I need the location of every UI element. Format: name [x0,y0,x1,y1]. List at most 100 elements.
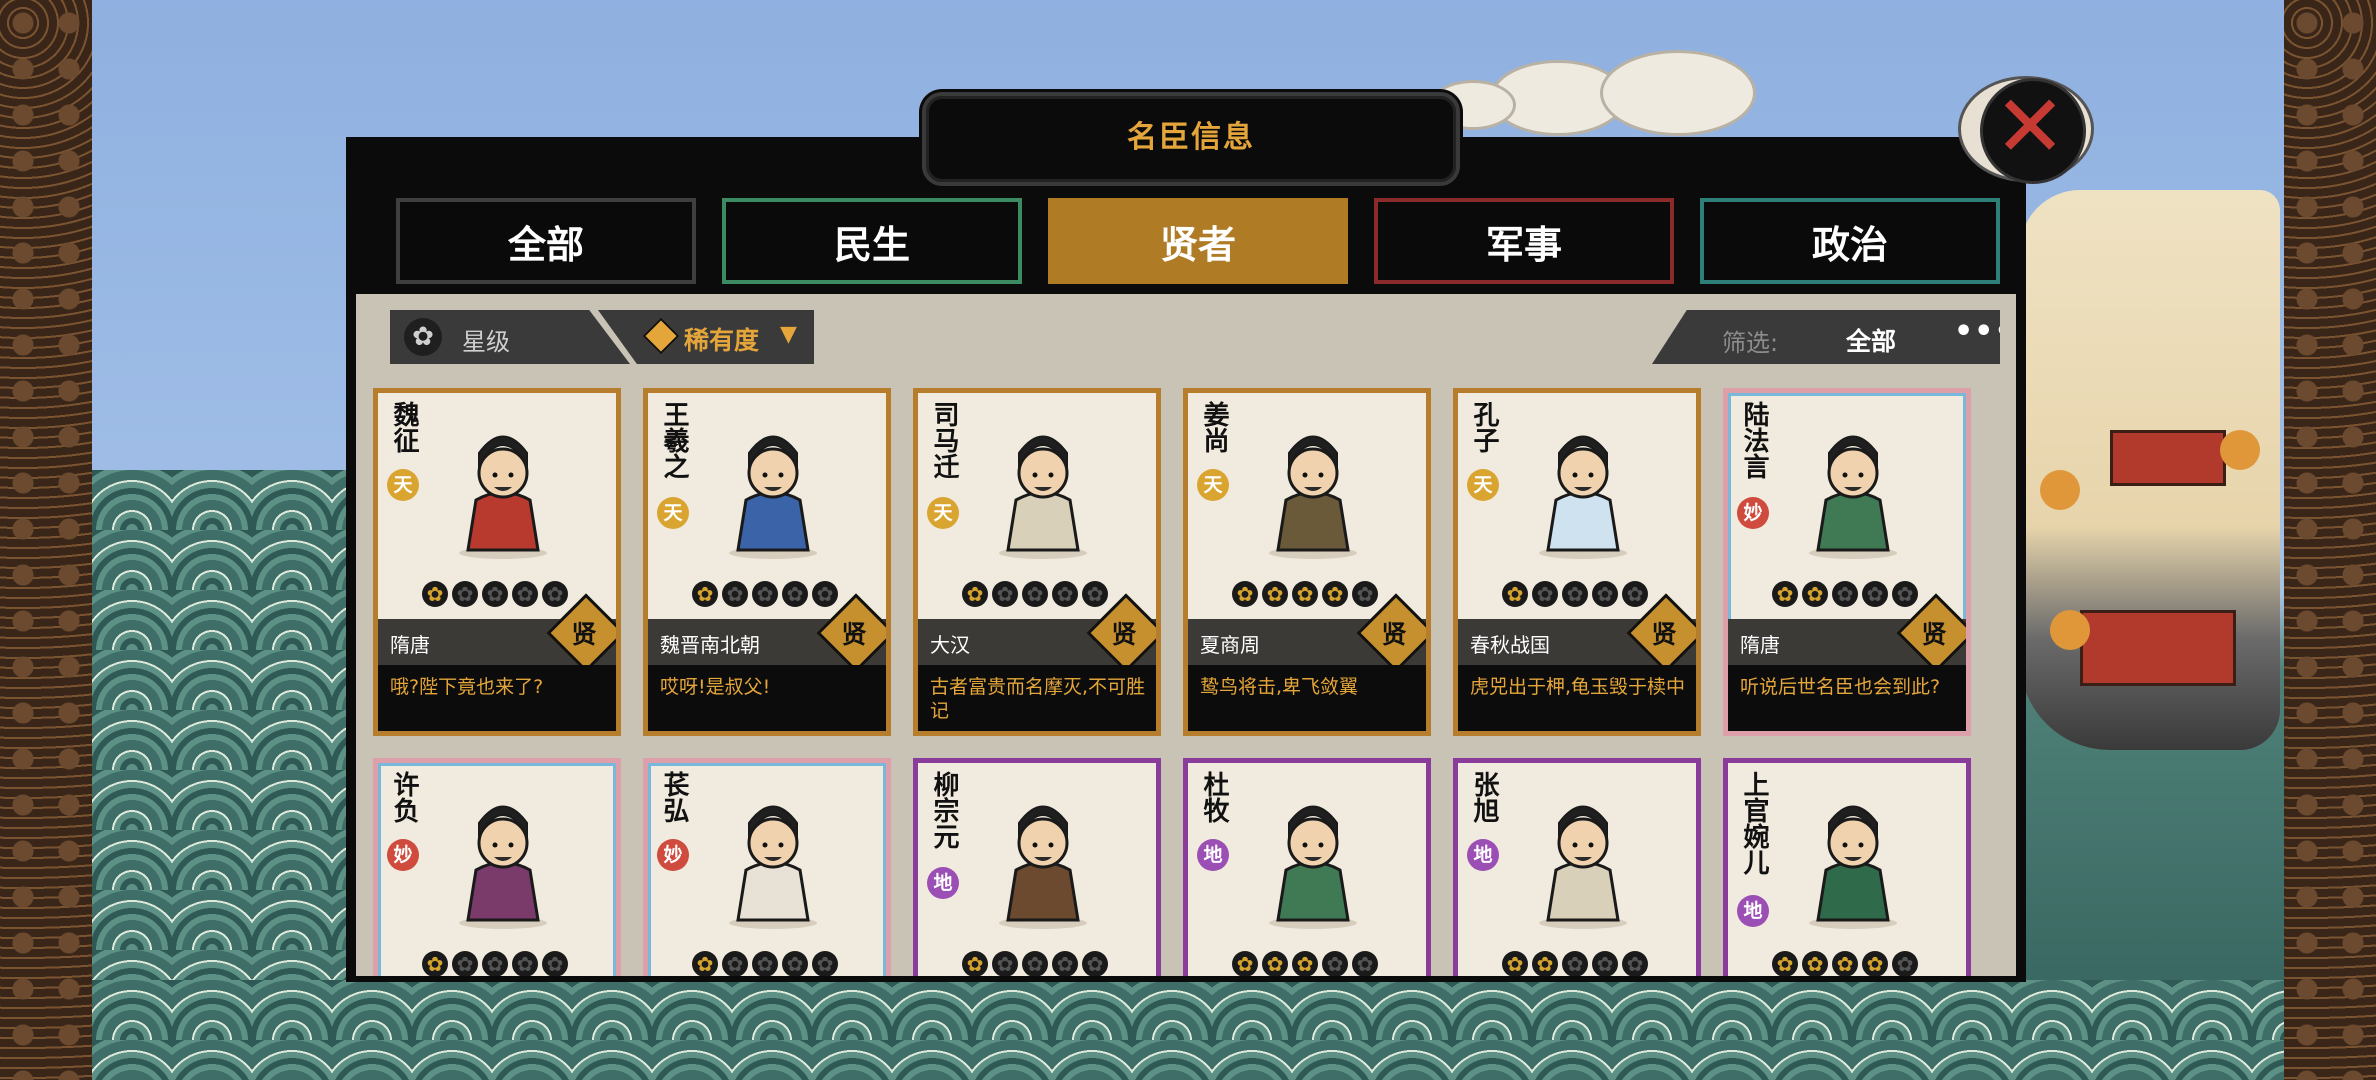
category-badge-label: 贤 [1111,620,1137,649]
flower-icon: ✿ [404,318,442,356]
category-badge-label: 贤 [841,620,867,649]
star-rating: ✿ ✿ ✿ ✿ ✿ [1502,951,1662,976]
minister-card[interactable]: 姜尚天 ✿ ✿ ✿ ✿ ✿ 夏商周贤鸷鸟将击,卑飞敛翼 [1183,388,1431,736]
autumn-tree [2040,470,2080,510]
category-badge-label: 贤 [1921,620,1947,649]
star-icon: ✿ [1832,951,1858,976]
minister-name: 杜牧 [1199,771,1229,823]
sort-by-star-button[interactable]: ✿ 星级 [390,310,630,364]
minister-name: 上官婉儿 [1739,771,1769,875]
minister-portrait [459,805,547,929]
autumn-tree [2220,430,2260,470]
star-icon: ✿ [1862,581,1888,607]
tab-military[interactable]: 军事 [1374,198,1674,284]
star-icon: ✿ [752,951,778,976]
category-badge-label: 贤 [1381,620,1407,649]
card-list-area[interactable]: 魏征天 ✿ ✿ ✿ ✿ ✿ 隋唐贤哦?陛下竟也来了? 王羲之天 ✿ ✿ ✿ ✿ ✿ 魏晋南北朝贤哎呀!是叔… [356,294,2016,976]
star-rating: ✿ ✿ ✿ ✿ ✿ [422,581,582,609]
rarity-tier-badge: 地 [1197,839,1229,871]
tab-politics[interactable]: 政治 [1700,198,2000,284]
star-icon: ✿ [452,581,478,607]
tab-livelihood[interactable]: 民生 [722,198,1022,284]
rarity-tier-badge: 地 [1737,895,1769,927]
star-icon: ✿ [1772,951,1798,976]
category-badge-label: 贤 [571,620,597,649]
dynasty-label: 隋唐 [390,633,430,657]
star-icon: ✿ [1802,951,1828,976]
star-rating: ✿ ✿ ✿ ✿ ✿ [1502,581,1662,609]
star-icon: ✿ [962,581,988,607]
star-rating: ✿ ✿ ✿ ✿ ✿ [692,951,852,976]
minister-portrait [1269,435,1357,559]
minister-name: 陆法言 [1739,401,1769,479]
minister-name: 柳宗元 [929,771,959,849]
star-icon: ✿ [542,951,568,976]
star-icon: ✿ [812,951,838,976]
minister-card[interactable]: 上官婉儿地 ✿ ✿ ✿ ✿ ✿ [1723,758,1971,976]
minister-name: 许负 [389,771,419,823]
sort-rarity-label: 稀有度 [684,326,760,355]
rarity-tier-badge: 妙 [1737,497,1769,529]
star-icon: ✿ [722,581,748,607]
minister-card[interactable]: 许负妙 ✿ ✿ ✿ ✿ ✿ [373,758,621,976]
star-icon: ✿ [1052,951,1078,976]
star-icon: ✿ [722,951,748,976]
star-icon: ✿ [1292,951,1318,976]
star-icon: ✿ [452,951,478,976]
star-icon: ✿ [1532,581,1558,607]
dynasty-label: 春秋战国 [1470,633,1550,657]
star-icon: ✿ [692,951,718,976]
category-badge-label: 贤 [1651,620,1677,649]
minister-card[interactable]: 司马迁天 ✿ ✿ ✿ ✿ ✿ 大汉贤古者富贵而名摩灭,不可胜记 [913,388,1161,736]
minister-card[interactable]: 柳宗元地 ✿ ✿ ✿ ✿ ✿ [913,758,1161,976]
minister-portrait [1269,805,1357,929]
palace-building [2080,610,2236,686]
star-icon: ✿ [512,951,538,976]
minister-name: 王羲之 [659,401,689,479]
border-pattern-right [2284,0,2376,1080]
minister-portrait [729,805,817,929]
star-icon: ✿ [962,951,988,976]
minister-name: 苌弘 [659,771,689,823]
star-icon: ✿ [512,581,538,607]
star-icon: ✿ [1532,951,1558,976]
filter-dropdown[interactable]: 筛选: 全部 ••• [1652,310,2000,364]
star-icon: ✿ [1052,581,1078,607]
minister-card[interactable]: 王羲之天 ✿ ✿ ✿ ✿ ✿ 魏晋南北朝贤哎呀!是叔父! [643,388,891,736]
floating-island-town [2020,190,2280,750]
close-button[interactable]: ✕ [1958,66,2108,206]
star-icon: ✿ [1022,581,1048,607]
rarity-tier-badge: 天 [1467,469,1499,501]
minister-quote: 哦?陛下竟也来了? [390,676,544,698]
minister-card[interactable]: 陆法言妙 ✿ ✿ ✿ ✿ ✿ 隋唐贤听说后世名臣也会到此? [1723,388,1971,736]
star-icon: ✿ [1892,581,1918,607]
minister-card[interactable]: 魏征天 ✿ ✿ ✿ ✿ ✿ 隋唐贤哦?陛下竟也来了? [373,388,621,736]
star-icon: ✿ [1262,581,1288,607]
minister-card[interactable]: 杜牧地 ✿ ✿ ✿ ✿ ✿ [1183,758,1431,976]
rarity-tier-badge: 天 [657,497,689,529]
star-icon: ✿ [1352,581,1378,607]
star-rating: ✿ ✿ ✿ ✿ ✿ [1772,951,1932,976]
tab-all[interactable]: 全部 [396,198,696,284]
star-icon: ✿ [1592,581,1618,607]
star-icon: ✿ [1232,951,1258,976]
rarity-tier-badge: 妙 [387,839,419,871]
minister-card[interactable]: 张旭地 ✿ ✿ ✿ ✿ ✿ [1453,758,1701,976]
minister-name: 孔子 [1469,401,1499,453]
star-rating: ✿ ✿ ✿ ✿ ✿ [422,951,582,976]
star-icon: ✿ [1502,581,1528,607]
tab-sage[interactable]: 贤者 [1048,198,1348,284]
star-icon: ✿ [1562,951,1588,976]
minister-card[interactable]: 苌弘妙 ✿ ✿ ✿ ✿ ✿ [643,758,891,976]
minister-card[interactable]: 孔子天 ✿ ✿ ✿ ✿ ✿ 春秋战国贤虎兕出于柙,龟玉毁于椟中 [1453,388,1701,736]
star-icon: ✿ [542,581,568,607]
star-icon: ✿ [1832,581,1858,607]
star-rating: ✿ ✿ ✿ ✿ ✿ [962,581,1122,609]
close-x-icon: ✕ [1993,77,2067,177]
star-icon: ✿ [482,951,508,976]
star-icon: ✿ [1232,581,1258,607]
star-icon: ✿ [1622,581,1648,607]
autumn-tree [2050,610,2090,650]
star-icon: ✿ [1772,581,1798,607]
minister-portrait [459,435,547,559]
